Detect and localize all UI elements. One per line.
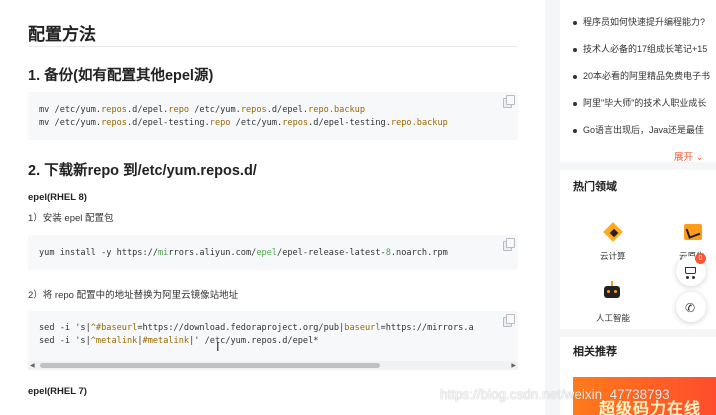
code-block-backup[interactable]: mv /etc/yum.repos.d/epel.repo /etc/yum.r… <box>28 92 518 140</box>
contact-button[interactable]: ✆ <box>676 292 706 322</box>
code-line: mv /etc/yum.repos.d/epel-testing.repo /e… <box>39 118 448 128</box>
phone-icon: ✆ <box>685 301 696 315</box>
scroll-left-icon[interactable]: ◀ <box>30 362 35 369</box>
bullet-icon <box>573 101 577 106</box>
related-heading: 相关推荐 <box>573 346 617 358</box>
bullet-icon <box>573 74 577 79</box>
hot-areas-heading: 热门领域 <box>573 181 617 193</box>
watermark: https://blog.csdn.net/weixin_47738793 <box>440 387 670 402</box>
sidebar-gap <box>560 162 716 170</box>
epel7-label: epel(RHEL 7) <box>28 386 87 397</box>
recommended-item[interactable]: 程序员如何快速提升编程能力? <box>573 15 705 28</box>
step2-text: 2）将 repo 配置中的地址替换为阿里云镜像站地址 <box>28 290 239 301</box>
expand-button[interactable]: 展开 ⌄ <box>674 149 704 163</box>
bullet-icon <box>573 47 577 52</box>
sidebar: 程序员如何快速提升编程能力? 技术人必备的17组成长笔记+15 20本必看的阿里… <box>560 0 716 415</box>
code-line: sed -i 's|^#baseurl=https://download.fed… <box>39 323 474 333</box>
code-block-sed[interactable]: sed -i 's|^#baseurl=https://download.fed… <box>28 311 518 361</box>
cart-icon <box>685 267 696 274</box>
code-line: sed -i 's|^metalink|#metalink|' /etc/yum… <box>39 336 319 346</box>
section-title: 配置方法 <box>28 25 96 44</box>
code-line: yum install -y https://mirrors.aliyun.co… <box>39 248 448 258</box>
sidebar-gap <box>560 329 716 337</box>
recommended-item[interactable]: 技术人必备的17组成长笔记+15 <box>573 42 707 55</box>
scrollbar-thumb[interactable] <box>40 363 380 368</box>
bullet-icon <box>573 20 577 25</box>
code-horizontal-scrollbar[interactable]: ◀ ▶ <box>28 361 518 370</box>
code-line: mv /etc/yum.repos.d/epel.repo /etc/yum.r… <box>39 105 366 115</box>
hot-tile-label: 人工智能 <box>596 313 631 323</box>
bullet-icon <box>573 128 577 133</box>
copy-icon[interactable] <box>502 95 516 109</box>
download-heading: 2. 下载新repo 到/etc/yum.repos.d/ <box>28 163 257 179</box>
recommended-item[interactable]: 20本必看的阿里精品免费电子书 <box>573 69 710 82</box>
scroll-right-icon[interactable]: ▶ <box>511 362 516 369</box>
copy-icon[interactable] <box>502 314 516 328</box>
title-divider <box>28 46 518 47</box>
recommended-item[interactable]: 阿里"毕大师"的技术人职业成长 <box>573 96 706 109</box>
hot-tile-label: 云计算 <box>600 251 626 261</box>
code-block-install[interactable]: yum install -y https://mirrors.aliyun.co… <box>28 235 518 270</box>
cart-badge: 0 <box>695 253 706 264</box>
cloud-native-icon <box>684 224 702 240</box>
article-main: 配置方法 1. 备份(如有配置其他epel源) mv /etc/yum.repo… <box>0 0 545 415</box>
copy-icon[interactable] <box>502 238 516 252</box>
step1-text: 1）安装 epel 配置包 <box>28 213 114 224</box>
backup-heading: 1. 备份(如有配置其他epel源) <box>28 68 214 84</box>
text-cursor-icon: I <box>216 340 220 354</box>
cart-button[interactable]: 0 <box>676 253 706 286</box>
ai-robot-icon <box>604 286 620 298</box>
cart-wheel <box>692 276 695 279</box>
epel8-label: epel(RHEL 8) <box>28 192 87 203</box>
cart-wheel <box>686 276 689 279</box>
recommended-item[interactable]: Go语言出现后，Java还是最佳 <box>573 123 704 136</box>
column-gap <box>545 0 560 415</box>
